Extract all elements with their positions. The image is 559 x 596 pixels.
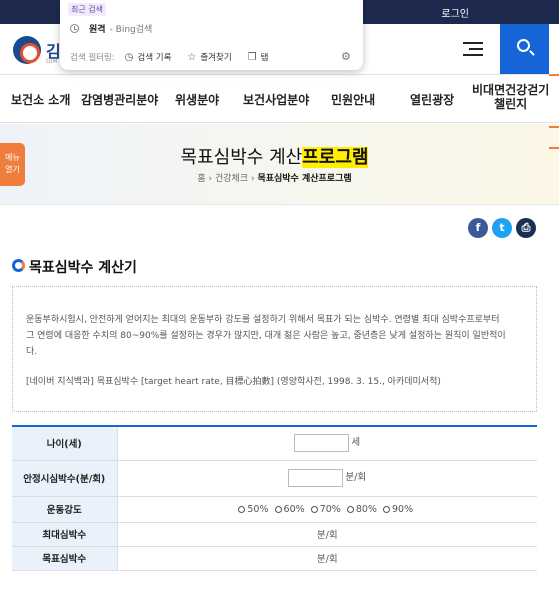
radio-label: 70%: [319, 503, 341, 515]
star-icon: ☆: [187, 51, 197, 63]
logo-icon[interactable]: [13, 36, 41, 64]
main-nav: 보건소 소개 감염병관리분야 위생분야 보건사업분야 민원안내 열린광장 비대면…: [0, 74, 559, 123]
table-row: 목표심박수 분/회: [12, 546, 537, 571]
nav-item-intro[interactable]: 보건소 소개: [11, 91, 70, 108]
radio-icon: [310, 505, 318, 513]
menu-open-label: 열기: [5, 165, 20, 174]
intensity-radio-80[interactable]: 80%: [346, 503, 377, 515]
search-button[interactable]: [500, 24, 549, 74]
facebook-share-icon[interactable]: f: [468, 218, 488, 238]
rest-heart-rate-input[interactable]: [288, 469, 344, 487]
intensity-radio-70[interactable]: 70%: [310, 503, 341, 515]
description-line: 그 연령에 대응한 수치의 80~90%를 설정하는 경우가 많지만, 대개 젊…: [26, 331, 506, 341]
logo-subtext: GIM: [46, 58, 58, 65]
section-bullet-icon: [12, 259, 25, 272]
radio-icon: [238, 505, 246, 513]
radio-label: 90%: [392, 503, 414, 515]
rest-heart-rate-unit: 분/회: [345, 472, 367, 483]
menu-open-label: 메뉴: [5, 153, 20, 162]
recent-query: 원격: [89, 25, 106, 35]
edge-marker: [549, 74, 559, 76]
hamburger-line: [463, 42, 483, 44]
nav-item-hygiene[interactable]: 위생분야: [175, 91, 219, 108]
age-label: 나이(세): [12, 426, 118, 461]
intensity-radio-50[interactable]: 50%: [238, 503, 269, 515]
description-line: 다.: [26, 347, 38, 357]
target-heart-rate-label: 목표심박수: [12, 546, 118, 571]
radio-label: 80%: [355, 503, 377, 515]
hamburger-line: [463, 54, 483, 56]
intensity-label: 운동강도: [12, 496, 118, 523]
rest-heart-rate-cell: 분/회: [117, 460, 537, 497]
description-box: 운동부하시험시, 안전하게 얻어지는 최대의 운동부하 강도를 설정하기 위해서…: [12, 286, 537, 412]
nav-item-open-square[interactable]: 열린광장: [410, 91, 454, 108]
page-title-banner: 목표심박수 계산프로그램 홈 › 건강체크 › 목표심박수 계산프로그램: [0, 124, 559, 205]
breadcrumb-health-check[interactable]: 건강체크: [215, 174, 248, 184]
hamburger-menu-button[interactable]: [463, 42, 483, 58]
table-row: 운동강도 50% 60% 70% 80% 90%: [12, 496, 537, 523]
recent-search-item[interactable]: 원격 - Bing검색: [70, 22, 152, 35]
search-icon: [517, 39, 530, 52]
chip-label: 탭: [260, 53, 269, 63]
radio-label: 50%: [247, 503, 269, 515]
radio-label: 60%: [283, 503, 305, 515]
breadcrumb-current: 목표심박수 계산프로그램: [257, 174, 352, 184]
page-title: 목표심박수 계산프로그램: [0, 143, 549, 169]
nav-item-label: 챌린지: [494, 97, 528, 111]
age-cell: 세: [117, 426, 537, 461]
filter-tabs-chip[interactable]: ❐ 탭: [247, 51, 269, 64]
edge-marker: [549, 126, 559, 128]
max-heart-rate-label: 최대심박수: [12, 522, 118, 547]
search-suggestion-popup: 최근 검색 원격 - Bing검색 검색 필터링: ◷ 검색 기록 ☆ 즐겨찾기…: [60, 0, 363, 70]
section-title: 목표심박수 계산기: [29, 260, 137, 276]
print-icon[interactable]: ⎙: [516, 218, 536, 238]
breadcrumb: 홈 › 건강체크 › 목표심박수 계산프로그램: [0, 171, 549, 184]
description-source: [네이버 지식백과] 목표심박수 [target heart rate, 目標心…: [26, 377, 441, 387]
chip-label: 검색 기록: [137, 53, 172, 63]
description-line: 운동부하시험시, 안전하게 얻어지는 최대의 운동부하 강도를 설정하기 위해서…: [26, 315, 500, 325]
gear-icon[interactable]: ⚙: [341, 50, 351, 63]
filter-history-chip[interactable]: ◷ 검색 기록: [124, 51, 172, 64]
twitter-share-icon[interactable]: t: [492, 218, 512, 238]
page-title-text: 목표심박수 계산: [180, 147, 303, 168]
filter-label: 검색 필터링:: [70, 53, 115, 63]
login-link[interactable]: 로그인: [441, 5, 469, 20]
nav-item-infection[interactable]: 감염병관리분야: [81, 91, 158, 108]
target-heart-rate-value: 분/회: [117, 546, 537, 571]
age-unit: 세: [351, 437, 361, 449]
max-heart-rate-value: 분/회: [117, 522, 537, 547]
breadcrumb-home[interactable]: 홈: [197, 174, 205, 184]
menu-open-tab[interactable]: 메뉴 열기: [0, 143, 25, 186]
radio-icon: [346, 505, 354, 513]
recent-source: - Bing검색: [109, 25, 153, 35]
intensity-radio-90[interactable]: 90%: [383, 504, 413, 515]
filter-favorites-chip[interactable]: ☆ 즐겨찾기: [187, 51, 232, 64]
hamburger-line: [469, 48, 483, 50]
chip-label: 즐겨찾기: [200, 53, 232, 63]
history-icon: [70, 24, 79, 33]
nav-item-health-projects[interactable]: 보건사업분야: [243, 91, 309, 108]
radio-icon: [383, 505, 390, 513]
tabs-icon: ❐: [247, 51, 257, 63]
table-row: 나이(세) 세: [12, 426, 537, 461]
nav-item-label: 비대면건강걷기: [472, 83, 550, 97]
table-row: 안정시심박수(분/회) 분/회: [12, 460, 537, 497]
heart-rate-form: 나이(세) 세 안정시심박수(분/회) 분/회 운동강도 50% 60% 70%…: [12, 425, 537, 571]
edge-marker: [549, 147, 559, 149]
intensity-radio-60[interactable]: 60%: [274, 503, 305, 515]
age-input[interactable]: [294, 434, 350, 453]
radio-icon: [274, 505, 282, 513]
table-row: 최대심박수 분/회: [12, 522, 537, 547]
recent-search-label: 최근 검색: [68, 3, 106, 16]
page-title-highlight: 프로그램: [302, 147, 369, 168]
nav-item-civil-service[interactable]: 민원안내: [331, 91, 375, 108]
rest-heart-rate-label: 안정시심박수(분/회): [12, 460, 118, 497]
intensity-options: 50% 60% 70% 80% 90%: [117, 496, 537, 523]
nav-item-walking-challenge[interactable]: 비대면건강걷기 챌린지: [472, 83, 549, 111]
history-icon: ◷: [124, 51, 134, 63]
search-filter-row: 검색 필터링: ◷ 검색 기록 ☆ 즐겨찾기 ❐ 탭: [70, 51, 284, 64]
